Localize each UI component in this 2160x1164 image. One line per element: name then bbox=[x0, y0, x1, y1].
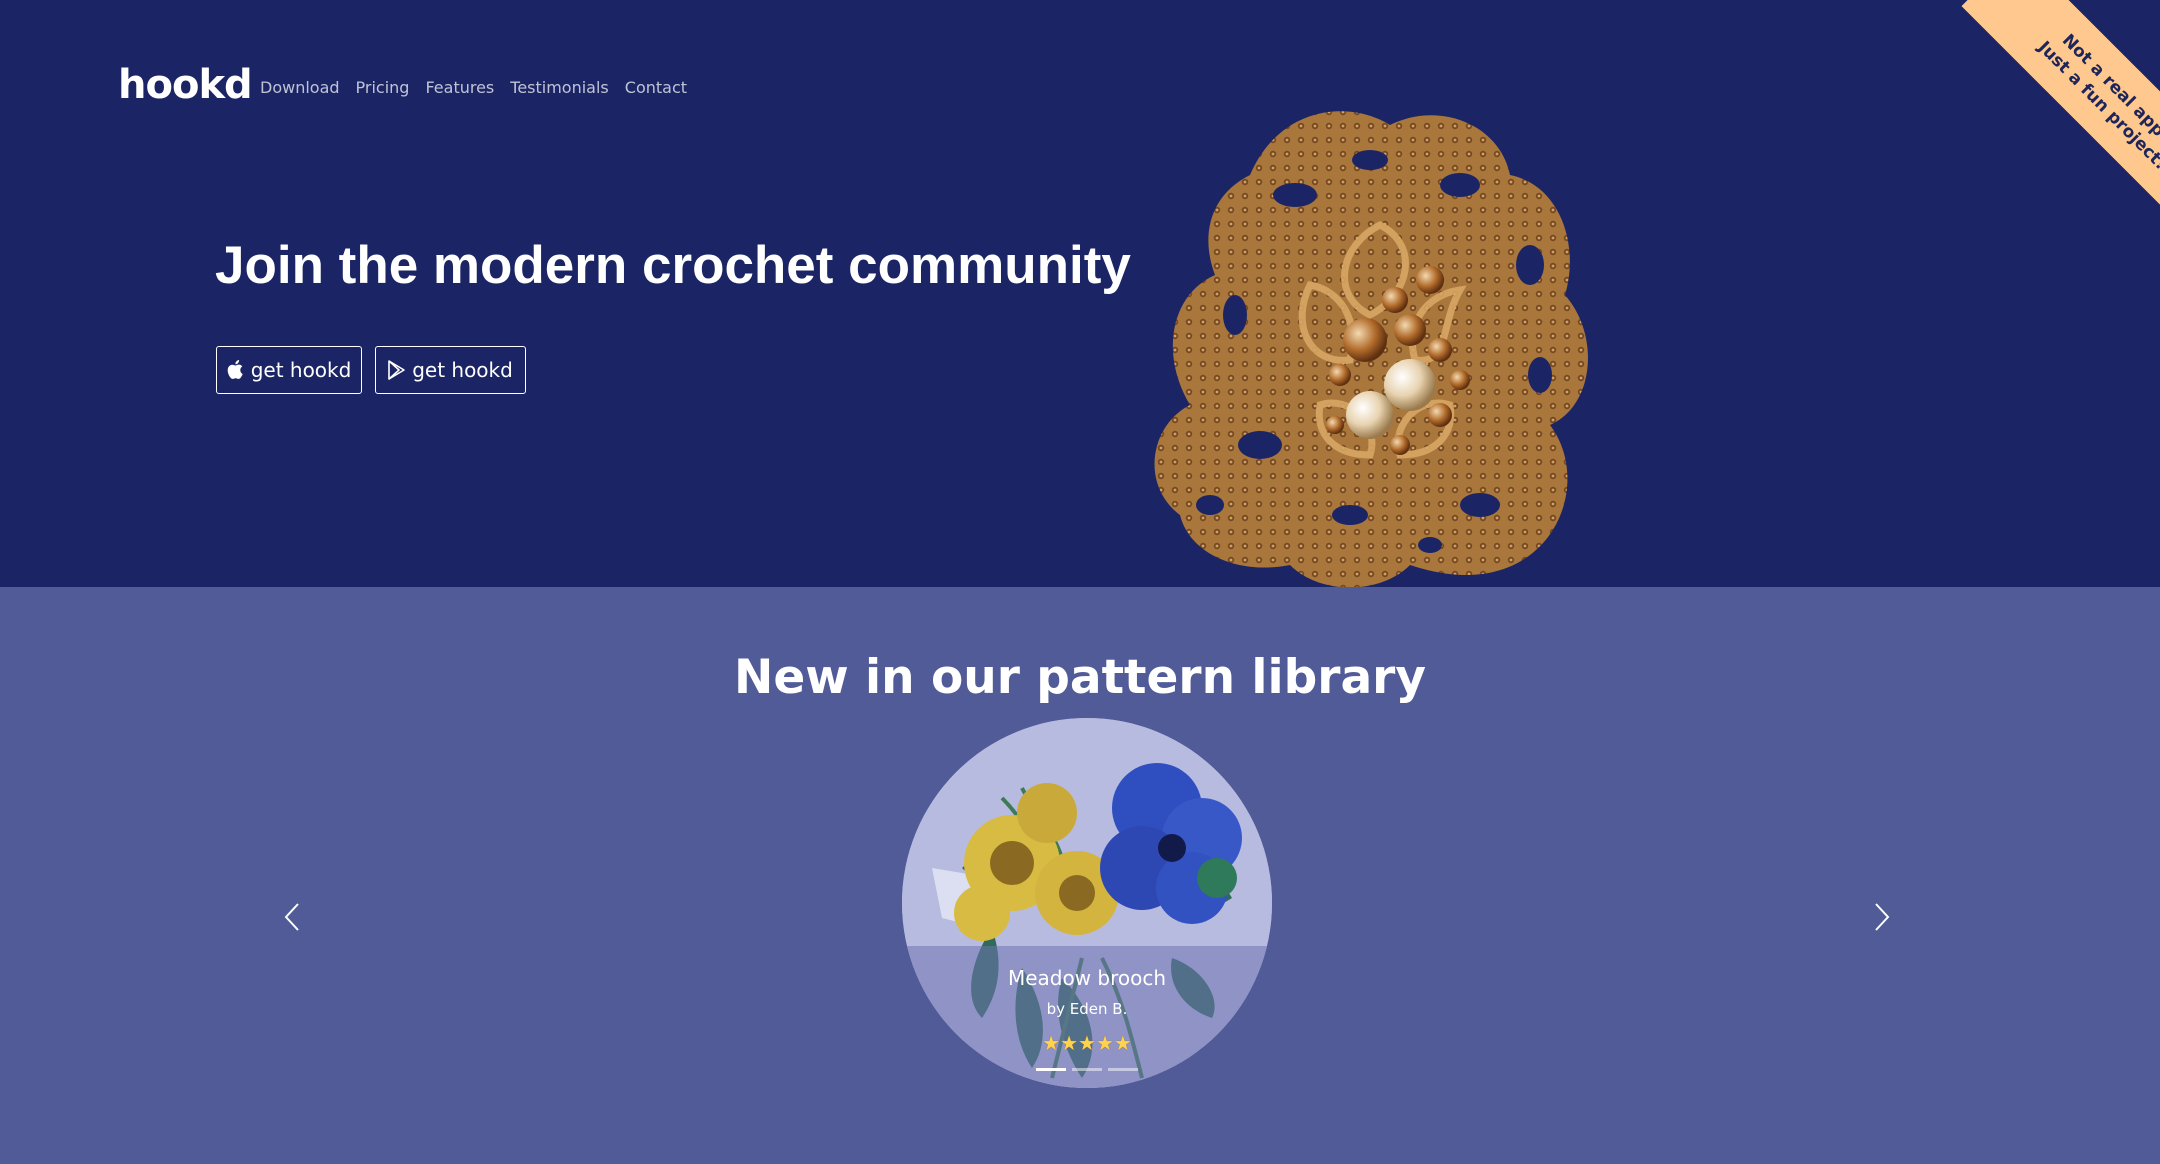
app-store-button[interactable]: get hookd bbox=[216, 346, 362, 394]
nav-link-pricing[interactable]: Pricing bbox=[356, 78, 410, 97]
library-title: New in our pattern library bbox=[734, 650, 1426, 705]
corner-ribbon: Not a real app - Just a fun project! bbox=[1920, 0, 2160, 240]
slide-author: by Eden B. bbox=[1046, 1000, 1128, 1018]
brand-logo[interactable]: hookd bbox=[118, 62, 253, 108]
carousel-indicators bbox=[902, 1068, 1272, 1071]
pattern-carousel[interactable]: Meadow brooch by Eden B. ★★★★★ bbox=[902, 718, 1272, 1088]
rating-stars: ★★★★★ bbox=[902, 1031, 1272, 1055]
google-play-icon bbox=[388, 360, 406, 380]
app-store-button-label: get hookd bbox=[250, 358, 352, 382]
carousel-prev-button[interactable] bbox=[272, 897, 312, 937]
apple-icon bbox=[227, 360, 245, 380]
carousel-indicator-2[interactable] bbox=[1072, 1068, 1102, 1071]
carousel-indicator-1[interactable] bbox=[1036, 1068, 1066, 1071]
star-icon: ★ bbox=[1042, 1031, 1061, 1055]
carousel-indicator-3[interactable] bbox=[1108, 1068, 1138, 1071]
nav-link-download[interactable]: Download bbox=[260, 78, 340, 97]
carousel-next-button[interactable] bbox=[1862, 897, 1902, 937]
nav-link-features[interactable]: Features bbox=[425, 78, 494, 97]
chevron-left-icon bbox=[284, 903, 299, 931]
hero-section: hookd Download Pricing Features Testimon… bbox=[0, 0, 2160, 587]
slide-title: Meadow brooch bbox=[1007, 966, 1167, 990]
nav-link-testimonials[interactable]: Testimonials bbox=[510, 78, 609, 97]
crochet-lace-image bbox=[1154, 111, 1588, 587]
chevron-right-icon bbox=[1875, 903, 1890, 931]
hero-headline: Join the modern crochet community bbox=[215, 236, 1131, 295]
star-icon: ★ bbox=[1060, 1031, 1079, 1055]
ribbon-banner: Not a real app - Just a fun project! bbox=[1961, 0, 2160, 240]
star-icon: ★ bbox=[1113, 1031, 1132, 1055]
star-icon: ★ bbox=[1095, 1031, 1114, 1055]
google-play-button-label: get hookd bbox=[412, 358, 513, 382]
main-nav: Download Pricing Features Testimonials C… bbox=[260, 78, 703, 97]
nav-link-contact[interactable]: Contact bbox=[625, 78, 687, 97]
pattern-library-section: New in our pattern library Meadow brooch… bbox=[0, 587, 2160, 1164]
star-icon: ★ bbox=[1078, 1031, 1096, 1055]
google-play-button[interactable]: get hookd bbox=[375, 346, 526, 394]
